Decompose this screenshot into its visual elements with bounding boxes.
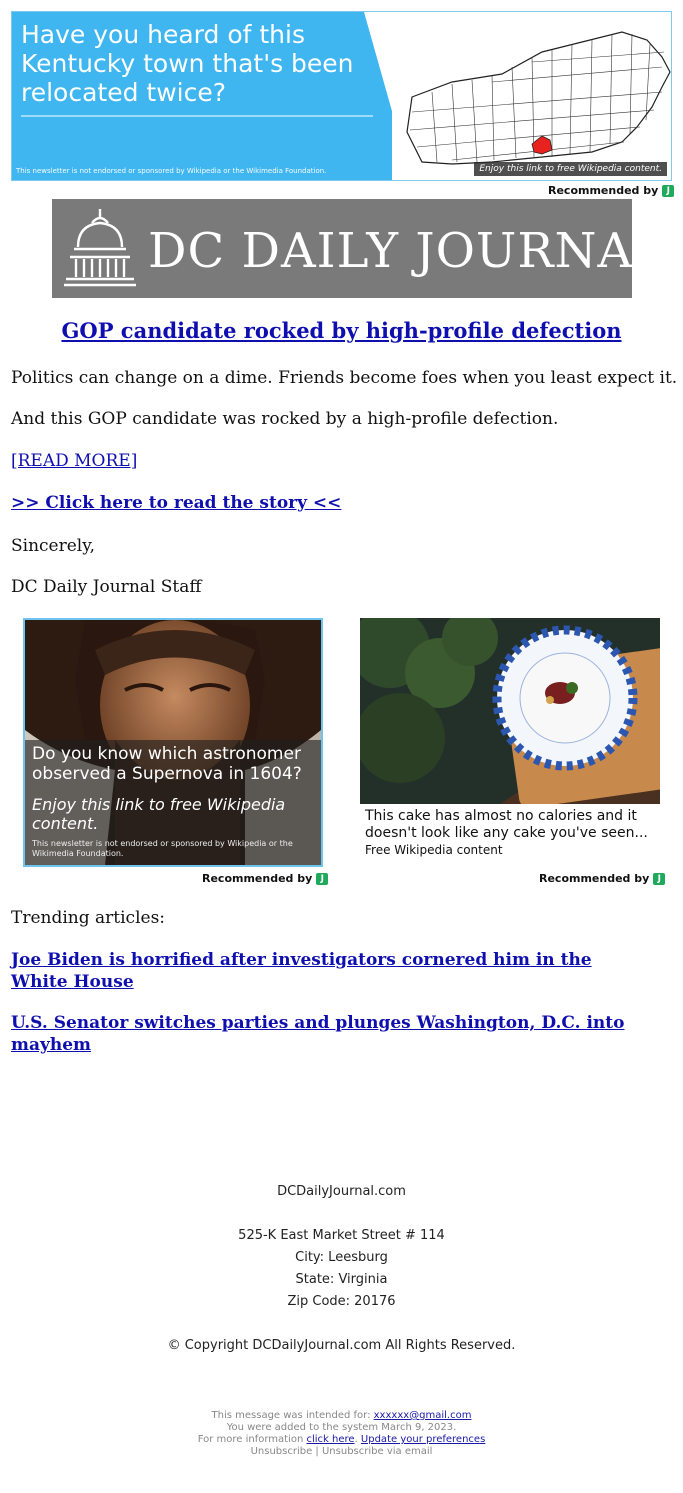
update-preferences-link[interactable]: Update your preferences	[361, 1434, 485, 1445]
banner-rule	[21, 115, 373, 117]
article-paragraph-2: And this GOP candidate was rocked by a h…	[11, 409, 559, 429]
cake-ad[interactable]: This cake has almost no calories and it …	[360, 618, 660, 863]
astronomer-enjoy-text[interactable]: Enjoy this link to free Wikipedia conten…	[32, 795, 302, 833]
cake-ad-subtext: Free Wikipedia content	[365, 843, 503, 857]
cake-plate-image	[360, 618, 660, 804]
masthead-logo[interactable]: DC DAILY JOURNAL	[52, 199, 665, 298]
footer-copyright: © Copyright DCDailyJournal.com All Right…	[167, 1338, 516, 1353]
recommended-by-top[interactable]: Recommended by J	[548, 184, 675, 197]
legal-separator: |	[315, 1446, 319, 1457]
footer-state: State: Virginia	[295, 1272, 388, 1287]
banner-headline[interactable]: Have you heard of this Kentucky town tha…	[21, 20, 381, 107]
recommended-by-right[interactable]: Recommended by J	[539, 872, 666, 885]
footer-zip: Zip Code: 20176	[287, 1294, 396, 1309]
article-title-link[interactable]: GOP candidate rocked by high-profile def…	[0, 318, 683, 343]
legal-more-info: For more information click here. Update …	[197, 1434, 486, 1445]
recipient-email-link[interactable]: xxxxxx@gmail.com	[374, 1410, 472, 1421]
legal-intended-prefix: This message was intended for:	[211, 1410, 371, 1421]
footer-city: City: Leesburg	[295, 1250, 388, 1265]
legal-unsubscribe: Unsubscribe | Unsubscribe via email	[0, 1446, 683, 1458]
recommended-by-label: Recommended by	[548, 184, 659, 197]
trending-label: Trending articles:	[11, 908, 166, 928]
kentucky-map-image[interactable]	[392, 12, 672, 181]
signature: DC Daily Journal Staff	[11, 577, 202, 597]
read-more-link[interactable]: [READ MORE]	[11, 450, 137, 472]
unsubscribe-link[interactable]: Unsubscribe	[251, 1446, 313, 1457]
legal-intended: This message was intended for: xxxxxx@gm…	[0, 1410, 683, 1422]
recommended-by-left[interactable]: Recommended by J	[202, 872, 329, 885]
j-badge-icon: J	[662, 184, 675, 197]
footer-site: DCDailyJournal.com	[277, 1184, 406, 1199]
click-here-link[interactable]: click here	[306, 1434, 354, 1445]
unsubscribe-email-link[interactable]: Unsubscribe via email	[322, 1446, 432, 1457]
article-paragraph-1: Politics can change on a dime. Friends b…	[11, 368, 678, 388]
map-caption[interactable]: Enjoy this link to free Wikipedia conten…	[474, 162, 667, 176]
footer-street: 525-K East Market Street # 114	[238, 1228, 445, 1243]
j-badge-icon: J	[316, 872, 329, 885]
top-banner-ad[interactable]: Have you heard of this Kentucky town tha…	[11, 11, 672, 181]
cake-ad-text[interactable]: This cake has almost no calories and it …	[365, 808, 657, 842]
j-badge-icon: J	[653, 872, 666, 885]
astronomer-disclaimer: This newsletter is not endorsed or spons…	[32, 839, 293, 858]
trending-link-1[interactable]: Joe Biden is horrified after investigato…	[11, 949, 651, 993]
brand-wordmark: DC DAILY JOURNAL	[148, 223, 667, 279]
astronomer-question[interactable]: Do you know which astronomer observed a …	[32, 744, 321, 784]
banner-disclaimer: This newsletter is not endorsed or spons…	[16, 167, 327, 175]
legal-more-info-prefix: For more information	[197, 1434, 304, 1445]
click-here-story-link[interactable]: >> Click here to read the story <<	[11, 492, 341, 514]
trending-link-2[interactable]: U.S. Senator switches parties and plunge…	[11, 1012, 651, 1056]
recommended-by-label: Recommended by	[539, 872, 650, 885]
astronomer-ad[interactable]: Do you know which astronomer observed a …	[23, 618, 323, 867]
legal-added: You were added to the system March 9, 20…	[226, 1422, 457, 1433]
recommended-by-label: Recommended by	[202, 872, 313, 885]
capitol-dome-icon	[64, 209, 136, 287]
sign-off: Sincerely,	[11, 536, 95, 556]
